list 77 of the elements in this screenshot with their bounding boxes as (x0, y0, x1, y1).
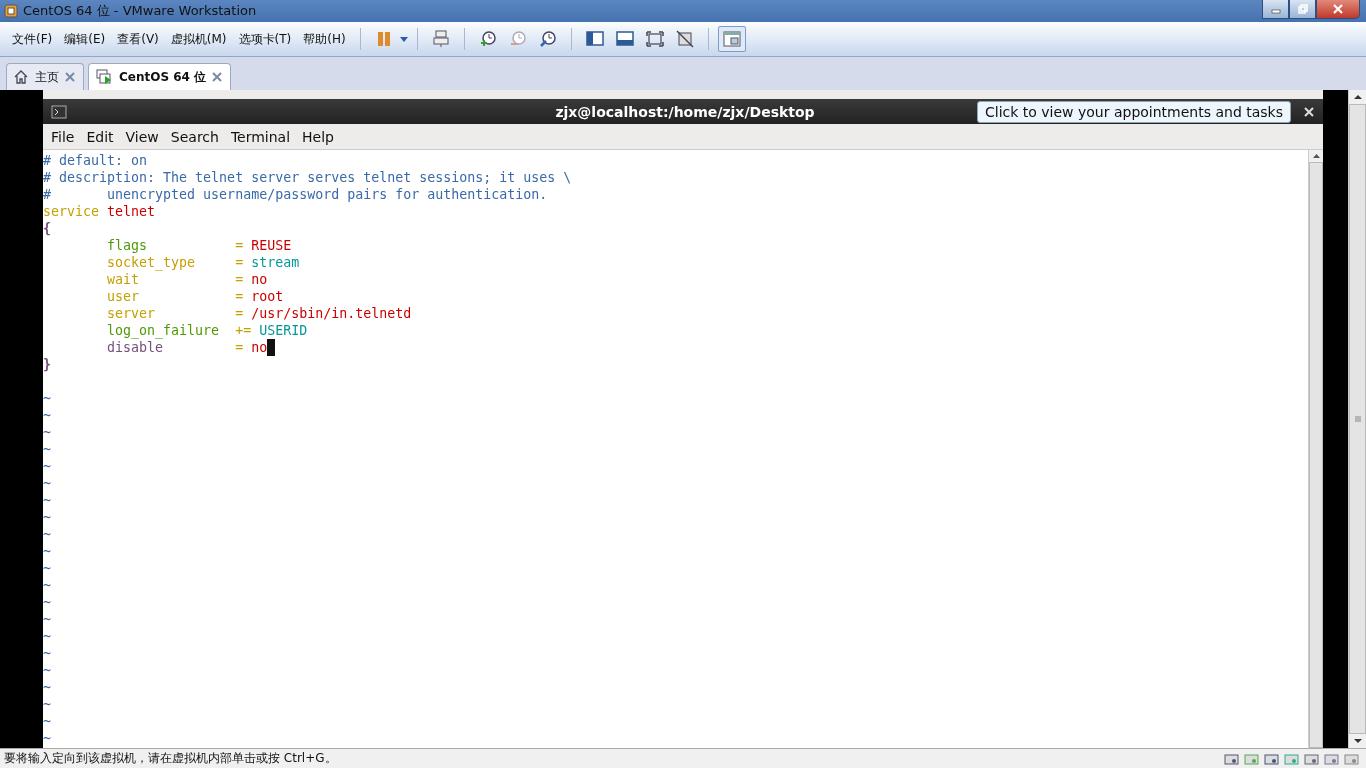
tooltip: Click to view your appointments and tasks (977, 101, 1291, 123)
empty-line-marker: ~ (43, 492, 51, 509)
menu-item[interactable]: File (45, 128, 81, 145)
sidebar-icon (584, 29, 605, 49)
keyboard-icon (430, 29, 451, 49)
minimize-button[interactable] (1262, 0, 1289, 19)
menu-item[interactable]: 帮助(H) (297, 30, 352, 48)
empty-line-marker: ~ (43, 390, 51, 407)
code-line: user = root (106, 288, 284, 305)
menu-item[interactable]: 编辑(E) (58, 30, 112, 48)
tab-label: 主页 (35, 68, 59, 86)
empty-line-marker: ~ (43, 543, 51, 560)
code-line: server = /usr/sbin/in.telnetd (106, 305, 412, 322)
tab-label: CentOS 64 位 (119, 68, 207, 86)
window-title: CentOS 64 位 - VMware Workstation (23, 2, 258, 20)
menu-item[interactable]: 选项卡(T) (232, 30, 298, 48)
empty-line-marker: ~ (43, 730, 51, 747)
menu-item[interactable]: Terminal (224, 128, 297, 145)
terminal-title: zjx@localhost:/home/zjx/Desktop (555, 103, 815, 120)
close-icon (65, 72, 75, 82)
empty-line-marker: ~ (43, 560, 51, 577)
empty-line-marker: ~ (43, 509, 51, 526)
empty-line-marker: ~ (43, 611, 51, 628)
restore-button[interactable] (1289, 0, 1316, 19)
scrollbar[interactable] (1348, 90, 1366, 748)
caret-icon (398, 34, 409, 44)
empty-line-marker: ~ (43, 407, 51, 424)
menu-item[interactable]: 查看(V) (111, 30, 165, 48)
code-line: disable = no (43, 339, 276, 356)
empty-line-marker: ~ (43, 594, 51, 611)
scrollbar[interactable] (1308, 150, 1323, 748)
empty-line-marker: ~ (43, 441, 51, 458)
empty-line-marker: ~ (43, 713, 51, 730)
empty-line-marker: ~ (43, 628, 51, 645)
empty-line-marker: ~ (43, 577, 51, 594)
code-line: service telnet (43, 203, 156, 220)
tab[interactable]: 主页 (6, 63, 84, 90)
code-line: { (43, 220, 51, 237)
bottom-panel-icon (614, 29, 635, 49)
empty-line-marker: ~ (43, 662, 51, 679)
code-line: wait = no (106, 271, 268, 288)
empty-line-marker: ~ (43, 645, 51, 662)
code-line: log_on_failure += USERID (106, 322, 308, 339)
empty-line-marker: ~ (43, 696, 51, 713)
empty-line-marker: ~ (43, 475, 51, 492)
unity-icon (674, 29, 695, 49)
terminal-icon (51, 104, 67, 119)
console-view-button[interactable] (717, 26, 746, 52)
close-icon (212, 72, 223, 82)
close-icon (1332, 4, 1344, 14)
empty-line-marker: ~ (43, 458, 51, 475)
code-line: flags = REUSE (106, 237, 292, 254)
empty-line-marker: ~ (43, 526, 51, 543)
code-line: # unencrypted username/password pairs for authentication. (43, 186, 548, 203)
close-button[interactable] (1316, 0, 1360, 19)
close-icon (1303, 105, 1315, 118)
status-text: 要将输入定向到该虚拟机，请在虚拟机内部单击或按 Ctrl+G。 (4, 750, 338, 767)
menu-item[interactable]: Edit (80, 128, 120, 145)
code-line: # description: The telnet server serves telnet sessions; it uses \ (43, 169, 572, 186)
fullscreen-icon (644, 29, 665, 49)
code-line: # default: on (43, 152, 148, 169)
tab[interactable]: CentOS 64 位 (88, 63, 232, 90)
empty-line-marker: ~ (43, 679, 51, 696)
menu-item[interactable]: View (119, 128, 165, 145)
vm-icon (95, 68, 113, 86)
home-icon (13, 69, 29, 85)
empty-line-marker: ~ (43, 424, 51, 441)
code-line: } (43, 356, 51, 373)
restore-icon (1297, 4, 1308, 14)
console-view-icon (721, 29, 742, 49)
menu-item[interactable]: Help (296, 128, 340, 145)
grip-icon (1353, 415, 1362, 423)
menu-item[interactable]: 文件(F) (6, 30, 59, 48)
code-line: socket_type = stream (106, 254, 300, 271)
menu-item[interactable]: Search (164, 128, 225, 145)
app-icon (4, 4, 18, 18)
menu-item[interactable]: 虚拟机(M) (164, 30, 233, 48)
